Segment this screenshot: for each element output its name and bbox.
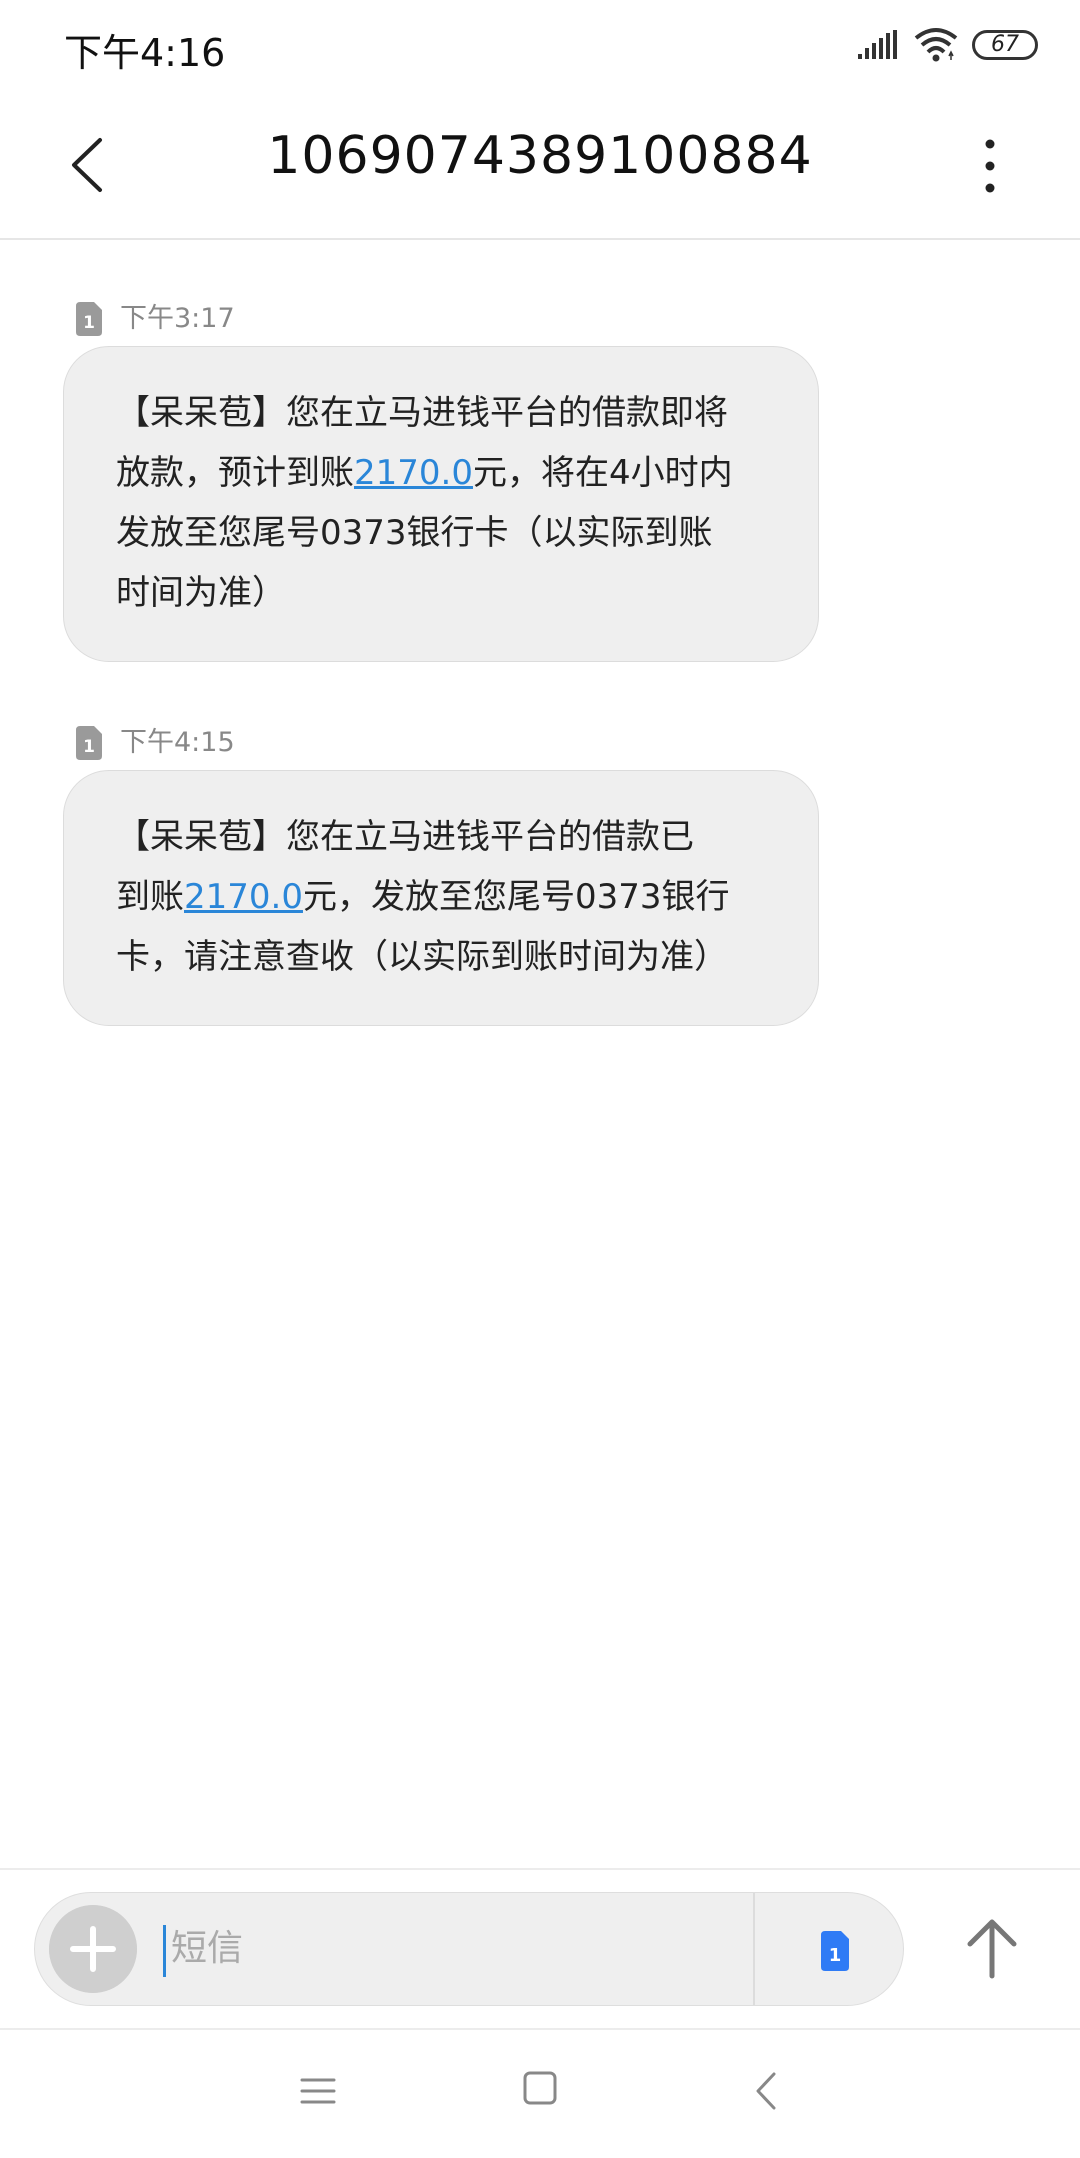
wifi-icon: [914, 28, 958, 62]
amount-link[interactable]: 2170.0: [354, 453, 473, 493]
sim-number: 1: [83, 737, 95, 757]
divider: [753, 1893, 755, 2005]
sim-number: 1: [83, 313, 95, 333]
message-bubble[interactable]: 【呆呆苞】您在立马进钱平台的借款即将 放款，预计到账2170.0元，将在4小时内…: [63, 346, 819, 662]
sms-conversation-screen: 下午4:16 67 1069074389100884 1 下午3:17 【呆呆苞…: [0, 0, 1080, 2158]
message-line: 到账2170.0元，发放至您尾号0373银行: [116, 877, 730, 917]
message-line: 【呆呆苞】您在立马进钱平台的借款已: [116, 817, 694, 857]
back-arrow-icon[interactable]: [62, 130, 122, 200]
contact-number-title: 1069074389100884: [267, 126, 813, 186]
message-line: 卡，请注意查收（以实际到账时间为准）: [116, 937, 728, 977]
conversation-header: 1069074389100884: [0, 92, 1080, 240]
message-bubble[interactable]: 【呆呆苞】您在立马进钱平台的借款已 到账2170.0元，发放至您尾号0373银行…: [63, 770, 819, 1026]
message-line: 时间为准）: [116, 573, 286, 613]
composer-bar: 短信 1: [0, 1868, 1080, 2030]
sms-input[interactable]: 短信: [171, 1919, 243, 1979]
message-timestamp: 下午3:17: [120, 303, 235, 334]
send-arrow-icon[interactable]: [960, 1912, 1024, 1982]
status-time: 下午4:16: [64, 31, 226, 75]
battery-level: 67: [991, 32, 1019, 57]
message-line: 放款，预计到账2170.0元，将在4小时内: [116, 453, 733, 493]
signal-icon: [858, 30, 897, 59]
message-timestamp: 下午4:15: [120, 727, 235, 758]
battery-icon: 67: [972, 30, 1038, 60]
system-navigation-bar: [0, 2028, 1080, 2158]
sim-card-icon: 1: [76, 726, 102, 760]
sim-select-label: 1: [829, 1945, 842, 1966]
home-icon[interactable]: [522, 2064, 558, 2114]
message-line: 【呆呆苞】您在立马进钱平台的借款即将: [116, 393, 728, 433]
plus-icon[interactable]: [49, 1905, 137, 1993]
sim-card-icon[interactable]: 1: [807, 1923, 863, 1979]
text-cursor: [163, 1925, 166, 1977]
status-bar: 下午4:16 67: [0, 0, 1080, 92]
more-vertical-icon[interactable]: [972, 132, 1008, 202]
back-icon[interactable]: [752, 2066, 782, 2116]
message-line: 发放至您尾号0373银行卡（以实际到账: [116, 513, 713, 553]
amount-link[interactable]: 2170.0: [184, 877, 303, 917]
menu-icon[interactable]: [298, 2066, 338, 2116]
sim-card-icon: 1: [76, 302, 102, 336]
composer-field-container: 短信 1: [34, 1892, 904, 2006]
